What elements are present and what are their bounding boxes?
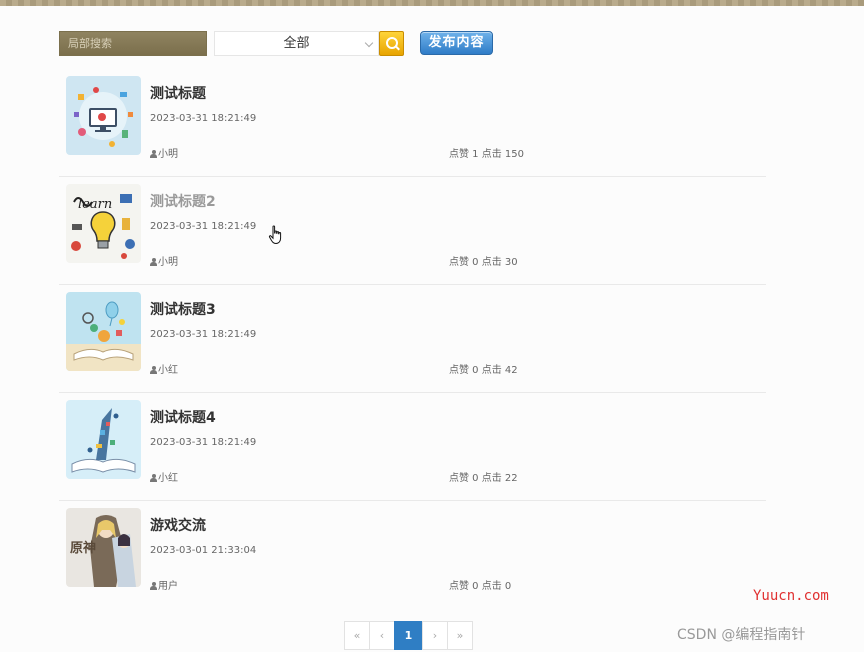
user-icon [150,582,157,590]
page-next-button[interactable]: › [422,621,448,650]
game-logo-text: 原神 [70,540,96,556]
post-author-name: 小红 [158,473,178,484]
post-stats: 点赞 1 点击 150 [449,149,524,160]
post-title[interactable]: 测试标题 [150,83,206,103]
post-date: 2023-03-31 18:21:49 [150,113,257,124]
post-stats: 点赞 0 点击 22 [449,473,518,484]
user-icon [150,474,157,482]
post-author: 小红 [150,469,178,484]
post-thumbnail[interactable]: 原神 [66,508,141,587]
post-author: 用户 [150,577,178,592]
post-thumbnail[interactable]: learn [66,184,141,263]
list-item[interactable]: 测试标题 2023-03-31 18:21:49 小明 点赞 1 点击 150 [59,69,766,177]
category-select[interactable]: 全部 [214,31,379,56]
post-title[interactable]: 测试标题4 [150,407,216,427]
post-author-name: 用户 [158,581,178,592]
page-first-button[interactable]: « [344,621,370,650]
list-item[interactable]: 测试标题3 2023-03-31 18:21:49 小红 点赞 0 点击 42 [59,285,766,393]
publish-content-button[interactable]: 发布内容 [420,31,493,55]
post-thumbnail[interactable] [66,76,141,155]
post-title[interactable]: 测试标题3 [150,299,216,319]
page-last-button[interactable]: » [447,621,473,650]
post-date: 2023-03-31 18:21:49 [150,221,257,232]
page-prev-button[interactable]: ‹ [369,621,395,650]
post-author: 小明 [150,253,178,268]
post-stats: 点赞 0 点击 42 [449,365,518,376]
post-author: 小明 [150,145,178,160]
site-watermark: Yuucn.com [753,588,829,604]
post-author-name: 小红 [158,365,178,376]
post-author: 小红 [150,361,178,376]
post-date: 2023-03-31 18:21:49 [150,437,257,448]
svg-text:learn: learn [78,197,112,212]
post-list: 测试标题 2023-03-31 18:21:49 小明 点赞 1 点击 150 … [59,69,766,608]
user-icon [150,366,157,374]
top-border [0,0,864,6]
post-thumbnail[interactable] [66,292,141,371]
page-number-button[interactable]: 1 [394,621,423,650]
post-author-name: 小明 [158,149,178,160]
post-thumbnail[interactable] [66,400,141,479]
category-select-value: 全部 [283,36,310,51]
post-title[interactable]: 游戏交流 [150,515,206,535]
csdn-watermark: CSDN @编程指南针 [677,627,806,643]
list-item[interactable]: 测试标题4 2023-03-31 18:21:49 小红 点赞 0 点击 22 [59,393,766,501]
list-item[interactable]: 原神 游戏交流 2023-03-01 21:33:04 用户 点赞 0 点击 0 [59,501,766,608]
post-stats: 点赞 0 点击 0 [449,581,512,592]
list-item[interactable]: learn 测试标题2 2023-03-31 18:21:49 小明 点赞 0 … [59,177,766,285]
post-date: 2023-03-01 21:33:04 [150,545,257,556]
post-date: 2023-03-31 18:21:49 [150,329,257,340]
post-title[interactable]: 测试标题2 [150,191,216,211]
search-button[interactable] [379,31,404,56]
search-icon-handle [395,45,400,51]
post-author-name: 小明 [158,257,178,268]
chevron-down-icon [364,38,374,48]
user-icon [150,150,157,158]
search-input[interactable] [59,31,207,56]
post-stats: 点赞 0 点击 30 [449,257,518,268]
hand-cursor-icon [268,225,284,249]
pagination: « ‹ 1 › » [344,621,473,651]
user-icon [150,258,157,266]
